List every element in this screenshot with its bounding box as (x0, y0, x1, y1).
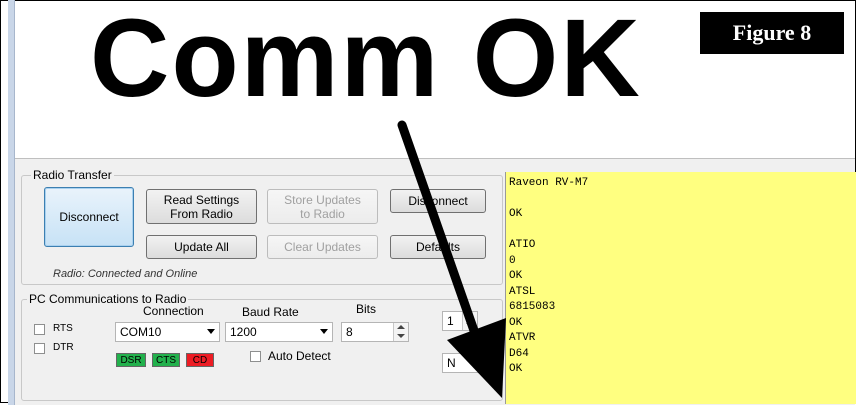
parity-select[interactable]: N (442, 353, 494, 373)
terminal-line: OK (509, 208, 523, 220)
terminal-line: Raveon RV-M7 (509, 177, 589, 189)
connection-status: Radio: Connected and Online (53, 268, 198, 280)
connection-select[interactable]: COM10 (115, 322, 220, 342)
defaults-button[interactable]: Defaults (390, 235, 486, 259)
store-updates-button[interactable]: Store Updates to Radio (267, 189, 378, 224)
baud-rate-value: 1200 (230, 325, 257, 339)
terminal-line: OK (509, 363, 523, 375)
cts-indicator: CTS (152, 353, 180, 367)
cd-indicator: CD (186, 353, 214, 367)
bits-value: 8 (346, 325, 353, 339)
spin-down-icon (397, 334, 405, 338)
headline: Comm OK (90, 0, 642, 120)
terminal-line: OK (509, 270, 523, 282)
disconnect-button[interactable]: Disconnect (44, 187, 134, 247)
terminal-line: ATVR (509, 332, 536, 344)
dsr-indicator: DSR (116, 353, 146, 367)
dtr-label: DTR (53, 342, 74, 353)
read-settings-button[interactable]: Read Settings From Radio (146, 189, 257, 224)
terminal-line: ATIO (509, 239, 536, 251)
spin-up-icon (397, 325, 405, 329)
stop-bits-value: 1 (447, 314, 454, 328)
clear-updates-button[interactable]: Clear Updates (267, 235, 378, 259)
spin-up-icon (466, 314, 474, 318)
connection-value: COM10 (120, 325, 162, 339)
baud-rate-select[interactable]: 1200 (225, 322, 333, 342)
terminal-line: D64 (509, 347, 529, 360)
spin-buttons[interactable] (462, 312, 477, 330)
dtr-checkbox[interactable] (34, 343, 45, 354)
spin-buttons[interactable] (393, 323, 408, 341)
parity-value: N (447, 356, 456, 370)
auto-detect-checkbox[interactable] (250, 351, 261, 362)
auto-detect-label: Auto Detect (268, 349, 331, 363)
radio-transfer-title: Radio Transfer (31, 168, 114, 182)
terminal-line: 0 (509, 254, 516, 267)
spin-down-icon (466, 323, 474, 327)
stop-bits-stepper[interactable]: 1 (442, 311, 478, 331)
rts-label: RTS (53, 323, 73, 334)
terminal-output[interactable]: Raveon RV-M7 OK ATIO 0 OK ATSL 6815083 O… (505, 172, 856, 404)
disconnect-secondary-button[interactable]: Disconnect (390, 189, 486, 213)
chevron-down-icon (320, 329, 328, 334)
terminal-line: ATSL (509, 285, 536, 298)
figure-label: Figure 8 (700, 12, 844, 54)
update-all-button[interactable]: Update All (146, 235, 257, 259)
terminal-line: OK (509, 316, 523, 329)
rts-checkbox[interactable] (34, 324, 45, 335)
connection-label: Connection (143, 304, 204, 318)
baud-rate-label: Baud Rate (242, 305, 299, 319)
terminal-line: 6815083 (509, 301, 556, 313)
window-edge (8, 0, 15, 405)
bits-label: Bits (356, 302, 377, 316)
bits-stepper[interactable]: 8 (341, 322, 409, 342)
chevron-down-icon (207, 329, 215, 334)
